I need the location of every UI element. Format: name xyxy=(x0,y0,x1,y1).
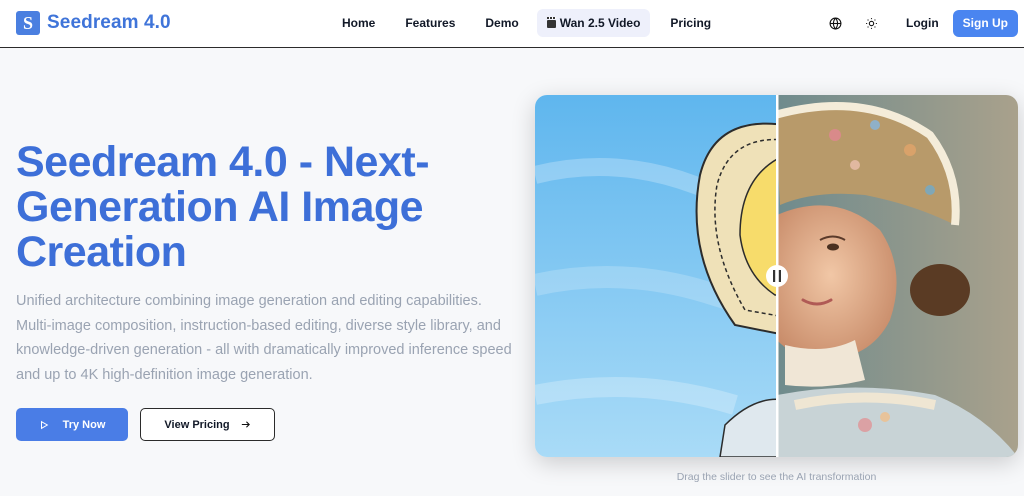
login-button[interactable]: Login xyxy=(894,9,951,37)
clapperboard-icon xyxy=(546,17,556,28)
seedream-logo-icon: S xyxy=(16,11,40,35)
before-after-comparison[interactable] xyxy=(535,95,1018,457)
brand[interactable]: S Seedream 4.0 xyxy=(16,11,171,35)
globe-icon xyxy=(829,17,841,30)
sun-icon xyxy=(865,17,877,29)
photo-half xyxy=(777,95,1018,457)
view-pricing-button[interactable]: View Pricing xyxy=(140,408,275,441)
hero-title: Seedream 4.0 - Next-Generation AI Image … xyxy=(16,138,430,276)
brand-name: Seedream 4.0 xyxy=(47,12,171,33)
theme-toggle-button[interactable] xyxy=(858,10,884,36)
language-button[interactable] xyxy=(822,10,848,36)
nav-link-pricing[interactable]: Pricing xyxy=(660,9,721,37)
nav-link-features[interactable]: Features xyxy=(395,9,465,37)
view-pricing-label: View Pricing xyxy=(164,418,230,431)
try-now-label: Try Now xyxy=(62,418,106,431)
nav-link-demo[interactable]: Demo xyxy=(475,9,528,37)
nav-link-home[interactable]: Home xyxy=(332,9,385,37)
nav-link-wan-video-label: Wan 2.5 Video xyxy=(559,16,641,30)
signup-button[interactable]: Sign Up xyxy=(952,9,1018,37)
arrow-right-icon xyxy=(241,421,250,428)
nav-link-wan-video[interactable]: Wan 2.5 Video xyxy=(536,9,651,37)
play-icon xyxy=(40,420,48,429)
main-nav: Home Features Demo Wan 2.5 Video Pricing xyxy=(332,9,721,37)
try-now-button[interactable]: Try Now xyxy=(16,408,128,441)
comparison-caption: Drag the slider to see the AI transforma… xyxy=(676,471,877,483)
comparison-image xyxy=(535,95,1018,457)
slider-handle[interactable] xyxy=(766,265,788,287)
hero-description: Unified architecture combining image gen… xyxy=(16,293,512,383)
top-navbar: S Seedream 4.0 Home Features Demo Wan 2.… xyxy=(0,0,1024,48)
nav-actions: Login Sign Up xyxy=(822,9,1018,37)
